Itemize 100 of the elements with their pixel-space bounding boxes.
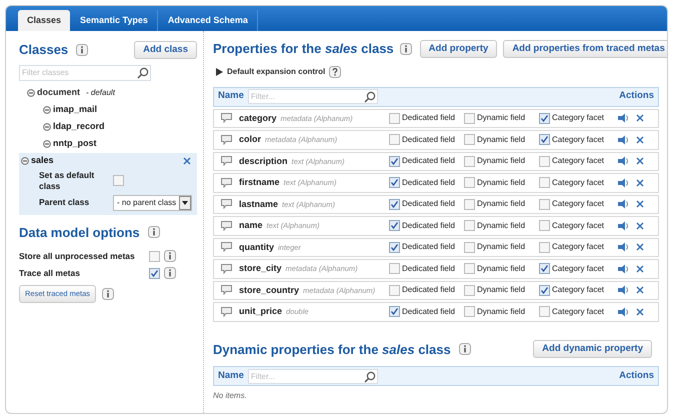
comment-icon[interactable] [221, 199, 232, 210]
collapse-icon[interactable] [43, 106, 51, 114]
delete-icon[interactable] [636, 114, 644, 122]
checkbox[interactable] [389, 112, 400, 124]
checkbox[interactable] [389, 177, 400, 188]
checkbox[interactable] [539, 263, 550, 274]
info-icon[interactable] [148, 226, 160, 238]
speaker-icon[interactable] [618, 134, 630, 145]
delete-icon[interactable] [636, 308, 644, 316]
tree-item[interactable]: imap_mail [53, 103, 98, 117]
collapse-icon[interactable] [21, 157, 29, 165]
checkbox[interactable] [464, 156, 475, 167]
checkbox[interactable] [464, 263, 475, 274]
comment-icon[interactable] [221, 134, 232, 145]
tab[interactable]: Advanced Schema [158, 10, 258, 31]
checkbox[interactable] [389, 306, 400, 318]
filter-field[interactable]: Filter classes [19, 64, 151, 80]
name-header[interactable]: Name [218, 89, 244, 104]
comment-icon[interactable] [221, 242, 232, 252]
filter-field[interactable]: Filter... [248, 368, 378, 384]
help-icon[interactable] [329, 66, 342, 78]
checkbox[interactable] [464, 306, 475, 318]
checkbox[interactable] [539, 177, 550, 188]
checkbox[interactable] [389, 156, 400, 167]
dropdown-icon[interactable] [179, 196, 192, 210]
comment-icon[interactable] [221, 156, 232, 166]
checkbox[interactable] [464, 284, 475, 296]
checkbox[interactable] [389, 263, 400, 274]
delete-icon[interactable] [636, 136, 644, 144]
comment-icon[interactable] [221, 264, 232, 274]
checkbox[interactable] [149, 250, 160, 262]
comment-icon[interactable] [221, 178, 232, 188]
speaker-icon[interactable] [618, 220, 630, 231]
checkbox[interactable] [464, 112, 475, 124]
speaker-icon[interactable] [618, 285, 630, 296]
add-class-button[interactable]: Add class [134, 40, 197, 59]
checkbox[interactable] [539, 134, 550, 146]
speaker-icon[interactable] [618, 113, 630, 124]
checkbox[interactable] [539, 198, 550, 210]
tab[interactable]: Semantic Types [71, 10, 158, 31]
search-icon[interactable] [137, 66, 149, 78]
checkbox[interactable] [389, 134, 400, 146]
checkbox[interactable] [464, 134, 475, 146]
checkbox[interactable] [539, 242, 550, 253]
checkbox[interactable] [389, 242, 400, 253]
delete-icon[interactable] [636, 264, 644, 273]
tree-item[interactable]: document [37, 86, 80, 100]
collapse-icon[interactable] [27, 89, 35, 97]
delete-icon[interactable] [636, 200, 644, 208]
checkbox[interactable] [464, 220, 475, 232]
delete-icon[interactable] [636, 178, 644, 187]
speaker-icon[interactable] [618, 156, 630, 166]
tab[interactable]: Classes [18, 10, 70, 31]
tree-item[interactable]: sales [31, 154, 54, 168]
checkbox[interactable] [539, 156, 550, 167]
name-header[interactable]: Name [218, 368, 244, 384]
expand-arrow-icon[interactable] [216, 68, 223, 76]
speaker-icon[interactable] [618, 306, 630, 317]
info-icon[interactable] [164, 250, 176, 262]
checkbox[interactable] [389, 220, 400, 232]
speaker-icon[interactable] [618, 178, 630, 188]
checkbox[interactable] [464, 242, 475, 253]
tree-item[interactable]: ldap_record [53, 120, 105, 134]
checkbox[interactable] [539, 112, 550, 124]
delete-icon[interactable] [636, 243, 644, 252]
delete-icon[interactable] [636, 157, 644, 166]
checkbox[interactable] [464, 177, 475, 188]
add-traced-button[interactable]: Add properties from traced metas [503, 40, 667, 58]
speaker-icon[interactable] [618, 264, 630, 274]
add-property-button[interactable]: Add property [420, 40, 498, 58]
speaker-icon[interactable] [618, 199, 630, 210]
delete-icon[interactable] [636, 222, 644, 230]
search-icon[interactable] [364, 91, 376, 103]
info-icon[interactable] [400, 42, 412, 55]
checkbox[interactable] [539, 220, 550, 232]
checkbox[interactable] [389, 198, 400, 210]
checkbox[interactable] [539, 284, 550, 296]
checkbox[interactable] [389, 284, 400, 296]
tree-item[interactable]: nntp_post [53, 137, 96, 151]
collapse-icon[interactable] [43, 123, 51, 131]
checkbox[interactable] [149, 268, 160, 278]
parent-class-select[interactable]: - no parent class [113, 194, 192, 210]
comment-icon[interactable] [221, 285, 232, 296]
info-icon[interactable] [164, 267, 176, 279]
add-dynamic-property-button[interactable]: Add dynamic property [533, 340, 652, 358]
filter-field[interactable]: Filter... [248, 89, 378, 104]
collapse-icon[interactable] [43, 140, 51, 148]
search-icon[interactable] [364, 370, 376, 382]
checkbox[interactable] [113, 175, 124, 186]
checkbox[interactable] [464, 198, 475, 210]
comment-icon[interactable] [221, 220, 232, 231]
info-icon[interactable] [76, 44, 88, 56]
comment-icon[interactable] [221, 306, 232, 317]
comment-icon[interactable] [221, 113, 232, 124]
delete-icon[interactable] [636, 286, 644, 294]
info-icon[interactable] [458, 343, 471, 356]
expansion-label[interactable]: Default expansion control [227, 66, 326, 78]
speaker-icon[interactable] [618, 242, 630, 252]
info-icon[interactable] [102, 288, 114, 300]
checkbox[interactable] [539, 306, 550, 318]
